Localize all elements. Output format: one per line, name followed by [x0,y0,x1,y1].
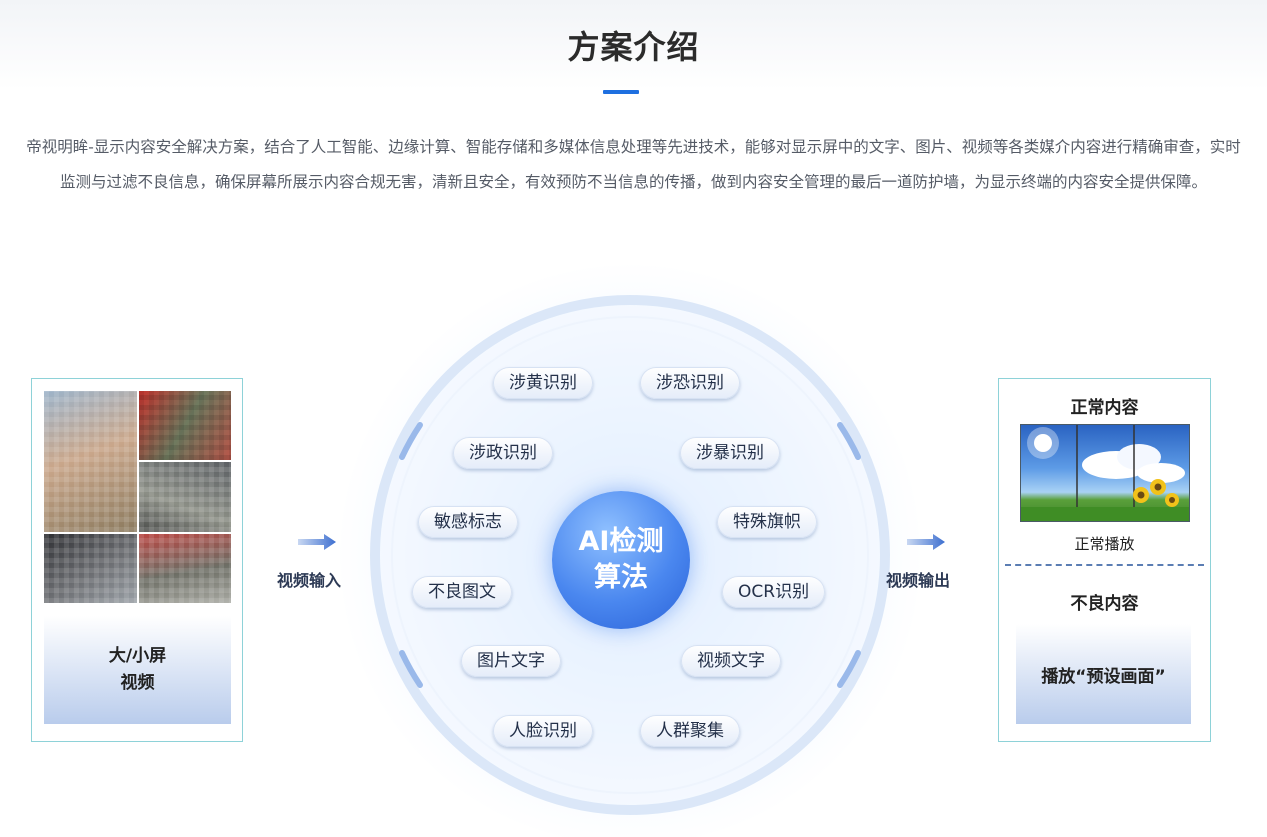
intro-paragraph: 帝视明眸-显示内容安全解决方案，结合了人工智能、边缘计算、智能存储和多媒体信息处… [26,138,1241,191]
input-thumbnail-grid [44,391,231,603]
module-chip: 图片文字 [461,645,561,677]
preset-screen-label: 播放“预设画面” [1041,666,1166,687]
bad-content-title: 不良内容 [1070,594,1139,614]
input-label-line2: 视频 [120,673,155,693]
input-thumbnail [138,462,231,532]
preset-screen-box: 播放“预设画面” [1016,624,1191,724]
normal-content-image [1020,424,1190,522]
video-input-label: 视频输入 [277,571,342,590]
input-thumbnail [44,391,137,532]
normal-play-caption: 正常播放 [1074,535,1135,553]
module-chip: OCR识别 [722,576,826,608]
module-chip: 涉黄识别 [493,367,593,399]
arrow-right-icon [298,534,336,550]
module-chip: 涉政识别 [453,437,553,469]
module-chip: 人群聚集 [640,715,740,747]
core-line1: AI检测 [578,526,664,557]
section-divider [1005,564,1204,566]
module-chip: 人脸识别 [493,715,593,747]
module-chip: 不良图文 [412,576,512,608]
title-accent-bar [603,90,639,94]
video-output-panel: 正常内容 正常播放 不良内容 播放“预设画面” [998,378,1211,742]
solution-intro-page: 方案介绍 帝视明眸-显示内容安全解决方案，结合了人工智能、边缘计算、智能存储和多… [0,0,1267,837]
sunflower-landscape-icon [1021,425,1189,521]
core-line2: 算法 [594,562,648,593]
input-label-line1: 大/小屏 [108,646,167,666]
page-title: 方案介绍 [567,28,700,66]
normal-content-title: 正常内容 [1070,398,1139,418]
video-input-panel: 大/小屏 视频 [31,378,243,742]
input-thumbnail [138,533,231,603]
ai-detection-core: AI检测 算法 [552,491,690,629]
module-chip: 视频文字 [681,645,781,677]
module-chip: 涉恐识别 [640,367,740,399]
module-chip: 特殊旗帜 [717,506,817,538]
video-output-label: 视频输出 [886,571,951,590]
module-chip: 敏感标志 [418,506,518,538]
input-source-label: 大/小屏 视频 [44,616,231,724]
input-thumbnail [44,533,137,603]
module-chip: 涉暴识别 [680,437,780,469]
arrow-right-icon [907,534,945,550]
input-thumbnail [138,391,231,461]
